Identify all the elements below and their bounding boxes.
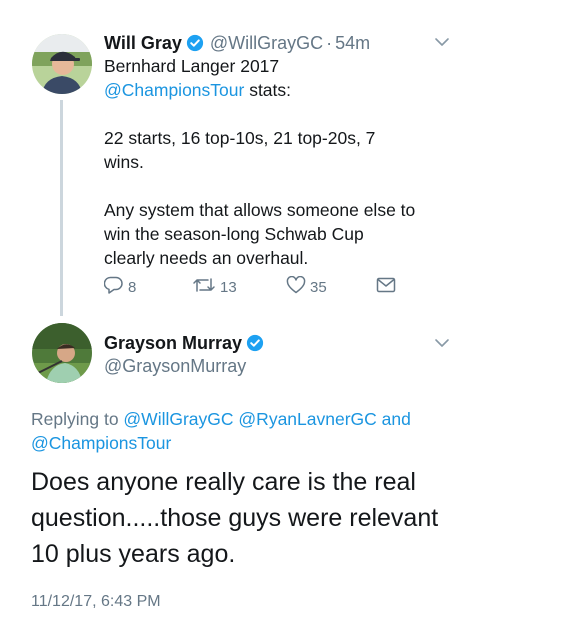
mention-championstour[interactable]: @ChampionsTour	[31, 433, 171, 453]
reply-button[interactable]: 8	[103, 276, 137, 298]
replying-to: Replying to @WillGrayGC @RyanLavnerGC an…	[31, 407, 551, 455]
reply-icon	[103, 276, 128, 298]
heart-icon	[286, 275, 310, 298]
author-name[interactable]: Grayson Murray	[104, 333, 242, 353]
author-name[interactable]: Will Gray	[104, 33, 182, 53]
chevron-down-icon[interactable]	[434, 337, 450, 349]
tweet2-header: Grayson Murray	[104, 333, 270, 357]
envelope-icon	[376, 277, 400, 297]
tweet1-stats-line2: wins.	[104, 152, 144, 172]
retweet-count: 13	[220, 278, 237, 296]
tweet2-line1: Does anyone really care is the real	[31, 468, 416, 496]
thread-connector-line	[60, 100, 63, 316]
replying-prefix: Replying to	[31, 409, 124, 429]
verified-badge-icon	[246, 334, 264, 357]
separator-dot: ·	[326, 33, 333, 53]
tweet1-line2: @ChampionsTour stats:	[104, 78, 544, 102]
retweet-button[interactable]: 13	[192, 276, 237, 298]
tweet1-para-line3: clearly needs an overhaul.	[104, 248, 309, 268]
tweet-timestamp[interactable]: 11/12/17, 6:43 PM	[31, 593, 161, 611]
tweet1-para-line2: win the season-long Schwab Cup	[104, 224, 364, 244]
reply-count: 8	[128, 278, 137, 296]
mention-willgraygc[interactable]: @WillGrayGC	[123, 409, 233, 429]
like-button[interactable]: 35	[286, 275, 327, 298]
mention-champions-tour[interactable]: @ChampionsTour	[104, 80, 244, 100]
retweet-icon	[192, 276, 220, 298]
tweet1-line1: Bernhard Langer 2017	[104, 56, 280, 76]
avatar-grayson-murray[interactable]	[32, 323, 92, 383]
tweet1-line2-rest: stats:	[244, 80, 292, 100]
tweet1-stats-line1: 22 starts, 16 top-10s, 21 top-20s, 7	[104, 128, 376, 148]
author-handle[interactable]: @WillGrayGC	[210, 33, 323, 53]
like-count: 35	[310, 278, 327, 296]
reply-and[interactable]: and	[377, 409, 411, 429]
tweet2-line2: question.....those guys were relevant	[31, 504, 439, 532]
tweet1-text: Bernhard Langer 2017 @ChampionsTour stat…	[104, 54, 544, 270]
direct-message-button[interactable]	[376, 277, 400, 297]
author-handle[interactable]: @GraysonMurray	[104, 356, 246, 377]
tweet1-para-line1: Any system that allows someone else to	[104, 200, 416, 220]
avatar-will-gray[interactable]	[32, 34, 92, 94]
time-ago[interactable]: 54m	[335, 33, 370, 53]
tweet2-line3: 10 plus years ago.	[31, 540, 236, 568]
chevron-down-icon[interactable]	[434, 36, 450, 48]
tweet2-text: Does anyone really care is the real ques…	[31, 464, 561, 572]
mention-ryanlavnergc[interactable]: @RyanLavnerGC	[238, 409, 376, 429]
